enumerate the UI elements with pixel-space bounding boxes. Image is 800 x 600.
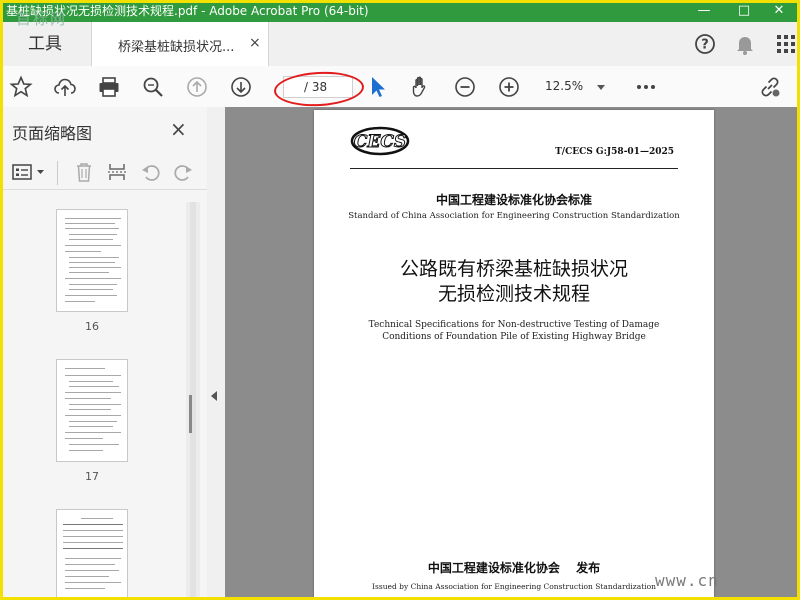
organization-cn: 中国工程建设标准化协会标准: [435, 193, 592, 207]
title-en-line1: Technical Specifications for Non-destruc…: [368, 320, 660, 330]
notification-bell-icon[interactable]: [733, 32, 757, 56]
title-cn-line2: 无损检测技术规程: [437, 283, 590, 305]
print-icon[interactable]: [97, 75, 121, 99]
tab-close-icon[interactable]: ×: [249, 35, 261, 51]
prev-page-icon[interactable]: [185, 75, 209, 99]
title-bar: 基桩缺损状况无损检测技术规程.pdf - Adobe Acrobat Pro (…: [0, 0, 800, 22]
cecs-logo: CECS: [350, 126, 410, 156]
page-thumbnail-18[interactable]: [56, 509, 128, 600]
next-page-icon[interactable]: [229, 75, 253, 99]
panel-toolbar-divider: [57, 161, 58, 185]
zoom-in-icon[interactable]: [497, 75, 521, 99]
options-menu-icon[interactable]: [11, 161, 47, 183]
select-cursor-icon[interactable]: [366, 75, 390, 99]
zoom-value: 12.5%: [545, 79, 584, 93]
tab-document[interactable]: 桥梁基桩缺损状况... ×: [91, 22, 269, 67]
title-cn-line1: 公路既有桥梁基桩缺损状况: [399, 258, 628, 280]
maximize-button[interactable]: □: [730, 0, 758, 22]
panel-splitter[interactable]: [207, 107, 225, 600]
thumbnail-page-number: 17: [85, 470, 99, 483]
thumbnail-page-number: 16: [85, 320, 99, 333]
publisher-en: Issued by China Association for Engineer…: [372, 582, 656, 591]
zoom-dropdown[interactable]: 12.5%: [537, 76, 613, 98]
help-icon[interactable]: ?: [693, 32, 717, 56]
main-toolbar: / 38 12.5%: [0, 66, 800, 109]
minimize-button[interactable]: —: [690, 0, 718, 22]
apps-grid-icon[interactable]: [774, 32, 798, 56]
rotate-right-icon[interactable]: [172, 161, 194, 183]
page-thumbnail-16[interactable]: [56, 209, 128, 312]
zoom-search-icon[interactable]: [141, 75, 165, 99]
standard-code: T/CECS G:J58-01—2025: [555, 147, 674, 157]
star-icon[interactable]: [9, 75, 33, 99]
upload-icon[interactable]: [53, 75, 77, 99]
tab-bar: 工具 桥梁基桩缺损状况... ×: [0, 22, 800, 67]
rotate-left-icon[interactable]: [140, 161, 162, 183]
tab-document-label: 桥梁基桩缺损状况...: [118, 40, 235, 55]
chevron-down-icon: [597, 85, 605, 90]
title-en-line2: Conditions of Foundation Pile of Existin…: [382, 332, 646, 342]
close-window-button[interactable]: ✕: [765, 0, 793, 22]
svg-text:CECS: CECS: [354, 132, 406, 152]
document-page: CECS T/CECS G:J58-01—2025 中国工程建设标准化协会标准 …: [314, 110, 714, 600]
page-thumbnail-17[interactable]: [56, 359, 128, 462]
link-icon[interactable]: [758, 75, 782, 99]
delete-page-icon[interactable]: [73, 161, 95, 183]
panel-resize-handle[interactable]: [189, 395, 192, 433]
hand-icon[interactable]: [409, 75, 433, 99]
watermark-logo: 首标网: [16, 10, 68, 28]
svg-text:?: ?: [701, 38, 709, 53]
more-icon[interactable]: [634, 75, 658, 99]
publisher-cn: 中国工程建设标准化协会 发布: [427, 561, 601, 575]
extract-page-icon[interactable]: [106, 161, 128, 183]
collapse-panel-icon[interactable]: [211, 391, 217, 401]
header-rule: [350, 168, 678, 169]
corner-watermark: www.cn: [655, 571, 719, 590]
panel-close-icon[interactable]: ×: [170, 117, 187, 141]
organization-en: Standard of China Association for Engine…: [348, 211, 680, 221]
zoom-out-icon[interactable]: [453, 75, 477, 99]
panel-toolbar: [0, 155, 207, 190]
panel-title: 页面缩略图: [12, 124, 93, 143]
